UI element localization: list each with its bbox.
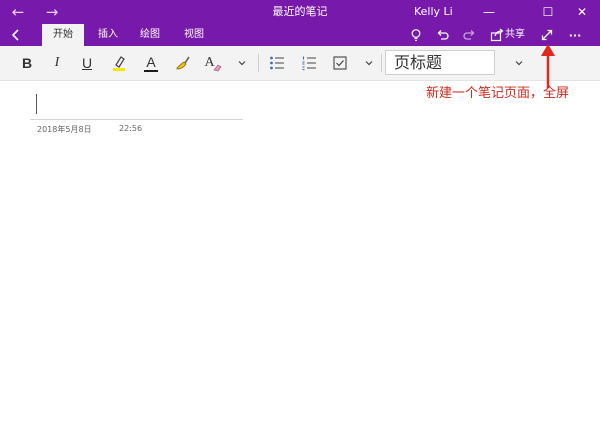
tab-view[interactable]: 视图 (176, 24, 212, 46)
highlight-button[interactable] (108, 52, 130, 74)
font-color-button[interactable]: A (140, 52, 162, 74)
checkbox-icon (333, 56, 347, 70)
chevron-down-icon (515, 61, 523, 66)
redo-icon (463, 30, 475, 40)
annotation-arrow-icon (541, 44, 555, 88)
chevron-left-icon (11, 29, 19, 41)
tab-home[interactable]: 开始 (42, 24, 84, 46)
window-title: 最近的笔记 (272, 5, 328, 18)
font-color-letter: A (146, 53, 156, 70)
undo-icon (437, 30, 449, 40)
toolbar-divider (381, 54, 382, 72)
tell-me-button[interactable] (406, 25, 426, 45)
bullet-list-icon (270, 56, 284, 70)
bold-button[interactable]: B (16, 52, 38, 74)
highlighter-icon (113, 56, 125, 71)
share-icon (490, 28, 504, 42)
expand-icon (541, 29, 553, 41)
minimize-icon: — (483, 5, 495, 19)
styles-dropdown-button[interactable] (508, 52, 530, 74)
more-formatting-button[interactable] (231, 52, 253, 74)
title-bar: ← → 最近的笔记 Kelly Li — ☐ ✕ (0, 0, 600, 24)
collapse-pane-button[interactable] (6, 25, 26, 45)
chevron-down-icon (365, 61, 373, 66)
annotation-text: 新建一个笔记页面，全屏 (426, 86, 570, 101)
numbering-button[interactable] (298, 52, 320, 74)
tab-draw[interactable]: 绘图 (132, 24, 168, 46)
page-title-underline (30, 119, 243, 120)
page-time: 22:56 (119, 124, 143, 133)
text-caret (36, 94, 37, 114)
format-painter-button[interactable] (172, 52, 194, 74)
ribbon-bar: 开始 插入 绘图 视图 共享 ··· (0, 24, 600, 46)
page-date: 2018年5月8日 (37, 125, 92, 134)
italic-button[interactable]: I (46, 52, 68, 74)
fullscreen-button[interactable] (537, 25, 557, 45)
more-options-button[interactable]: ··· (565, 25, 585, 45)
underline-button[interactable]: U (76, 52, 98, 74)
more-lists-button[interactable] (358, 52, 380, 74)
tab-insert[interactable]: 插入 (90, 24, 126, 46)
paintbrush-icon (176, 56, 190, 70)
ellipsis-icon: ··· (568, 28, 582, 42)
maximize-button[interactable]: ☐ (537, 2, 559, 22)
share-label[interactable]: 共享 (505, 24, 525, 46)
lightbulb-icon (411, 29, 421, 42)
close-button[interactable]: ✕ (571, 2, 593, 22)
todo-tag-button[interactable] (329, 52, 351, 74)
minimize-button[interactable]: — (478, 2, 500, 22)
bullets-button[interactable] (266, 52, 288, 74)
eraser-icon (213, 64, 221, 71)
clear-formatting-button[interactable]: A (202, 52, 224, 74)
format-toolbar: B I U A A (0, 46, 600, 81)
undo-button[interactable] (433, 25, 453, 45)
redo-button[interactable] (459, 25, 479, 45)
style-selector[interactable]: 页标题 (385, 50, 495, 75)
numbered-list-icon (302, 56, 316, 71)
font-color-bar (144, 69, 158, 72)
user-name[interactable]: Kelly Li (414, 0, 453, 24)
share-button[interactable] (487, 25, 507, 45)
close-icon: ✕ (576, 5, 588, 19)
toolbar-divider (258, 54, 259, 72)
maximize-icon: ☐ (542, 5, 554, 19)
chevron-down-icon (238, 61, 246, 66)
